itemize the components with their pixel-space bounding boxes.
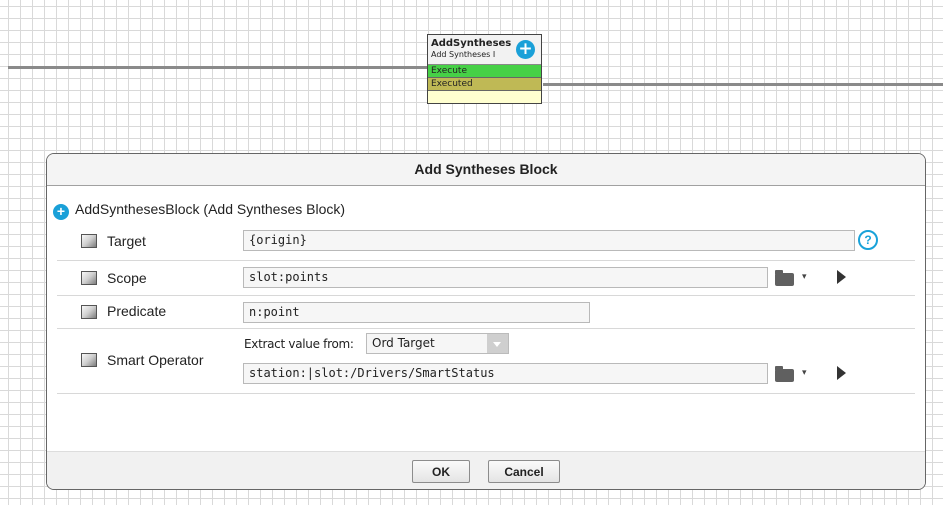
play-arrow-icon[interactable] bbox=[837, 366, 846, 380]
extract-select[interactable]: Ord Target bbox=[366, 333, 509, 354]
dialog-title: Add Syntheses Block bbox=[47, 154, 925, 186]
smart-operator-row: Smart Operator Extract value from: Ord T… bbox=[57, 329, 915, 394]
folder-icon[interactable] bbox=[775, 270, 794, 286]
add-syntheses-node[interactable]: AddSyntheses Add Syntheses I + Execute E… bbox=[427, 34, 542, 104]
predicate-row: Predicate n:point bbox=[57, 296, 915, 329]
add-circle-icon[interactable]: + bbox=[53, 204, 69, 220]
chevron-down-icon[interactable]: ▾ bbox=[802, 271, 807, 282]
smart-operator-label: Smart Operator bbox=[107, 352, 204, 368]
link-wire-right bbox=[543, 83, 943, 86]
scope-label: Scope bbox=[107, 270, 147, 286]
object-header: + AddSynthesesBlock (Add Syntheses Block) bbox=[53, 201, 345, 220]
folder-icon[interactable] bbox=[775, 366, 794, 382]
node-title: AddSyntheses bbox=[431, 38, 512, 49]
add-circle-icon[interactable]: + bbox=[516, 40, 535, 59]
dialog-footer: OK Cancel bbox=[47, 451, 925, 489]
slot-cube-icon bbox=[81, 353, 97, 367]
slot-execute[interactable]: Execute bbox=[428, 65, 541, 78]
slot-cube-icon bbox=[81, 234, 97, 248]
cancel-button[interactable]: Cancel bbox=[488, 460, 560, 483]
slot-cube-icon bbox=[81, 271, 97, 285]
predicate-field[interactable]: n:point bbox=[243, 302, 590, 323]
extract-selected: Ord Target bbox=[372, 336, 435, 350]
chevron-down-icon[interactable]: ▾ bbox=[802, 367, 807, 378]
predicate-label: Predicate bbox=[107, 303, 167, 319]
scope-field[interactable]: slot:points bbox=[243, 267, 768, 288]
object-name: AddSynthesesBlock (Add Syntheses Block) bbox=[75, 201, 346, 217]
scope-row: Scope slot:points ▾ bbox=[57, 261, 915, 296]
chevron-down-icon[interactable] bbox=[487, 334, 508, 353]
dialog-body: + AddSynthesesBlock (Add Syntheses Block)… bbox=[47, 186, 925, 452]
play-arrow-icon[interactable] bbox=[837, 270, 846, 284]
extract-label: Extract value from: bbox=[244, 337, 354, 351]
slot-executed[interactable]: Executed bbox=[428, 78, 541, 91]
ok-button[interactable]: OK bbox=[412, 460, 470, 483]
node-header: AddSyntheses Add Syntheses I + bbox=[428, 35, 541, 65]
add-syntheses-dialog: Add Syntheses Block + AddSynthesesBlock (… bbox=[46, 153, 926, 490]
slot-cube-icon bbox=[81, 305, 97, 319]
target-row: Target {origin} ? bbox=[57, 224, 915, 261]
help-icon[interactable]: ? bbox=[858, 230, 878, 250]
link-wire-left bbox=[8, 66, 428, 69]
smart-operator-field[interactable]: station:|slot:/Drivers/SmartStatus bbox=[243, 363, 768, 384]
target-label: Target bbox=[107, 233, 146, 249]
target-field[interactable]: {origin} bbox=[243, 230, 855, 251]
node-subtitle: Add Syntheses I bbox=[431, 50, 496, 59]
